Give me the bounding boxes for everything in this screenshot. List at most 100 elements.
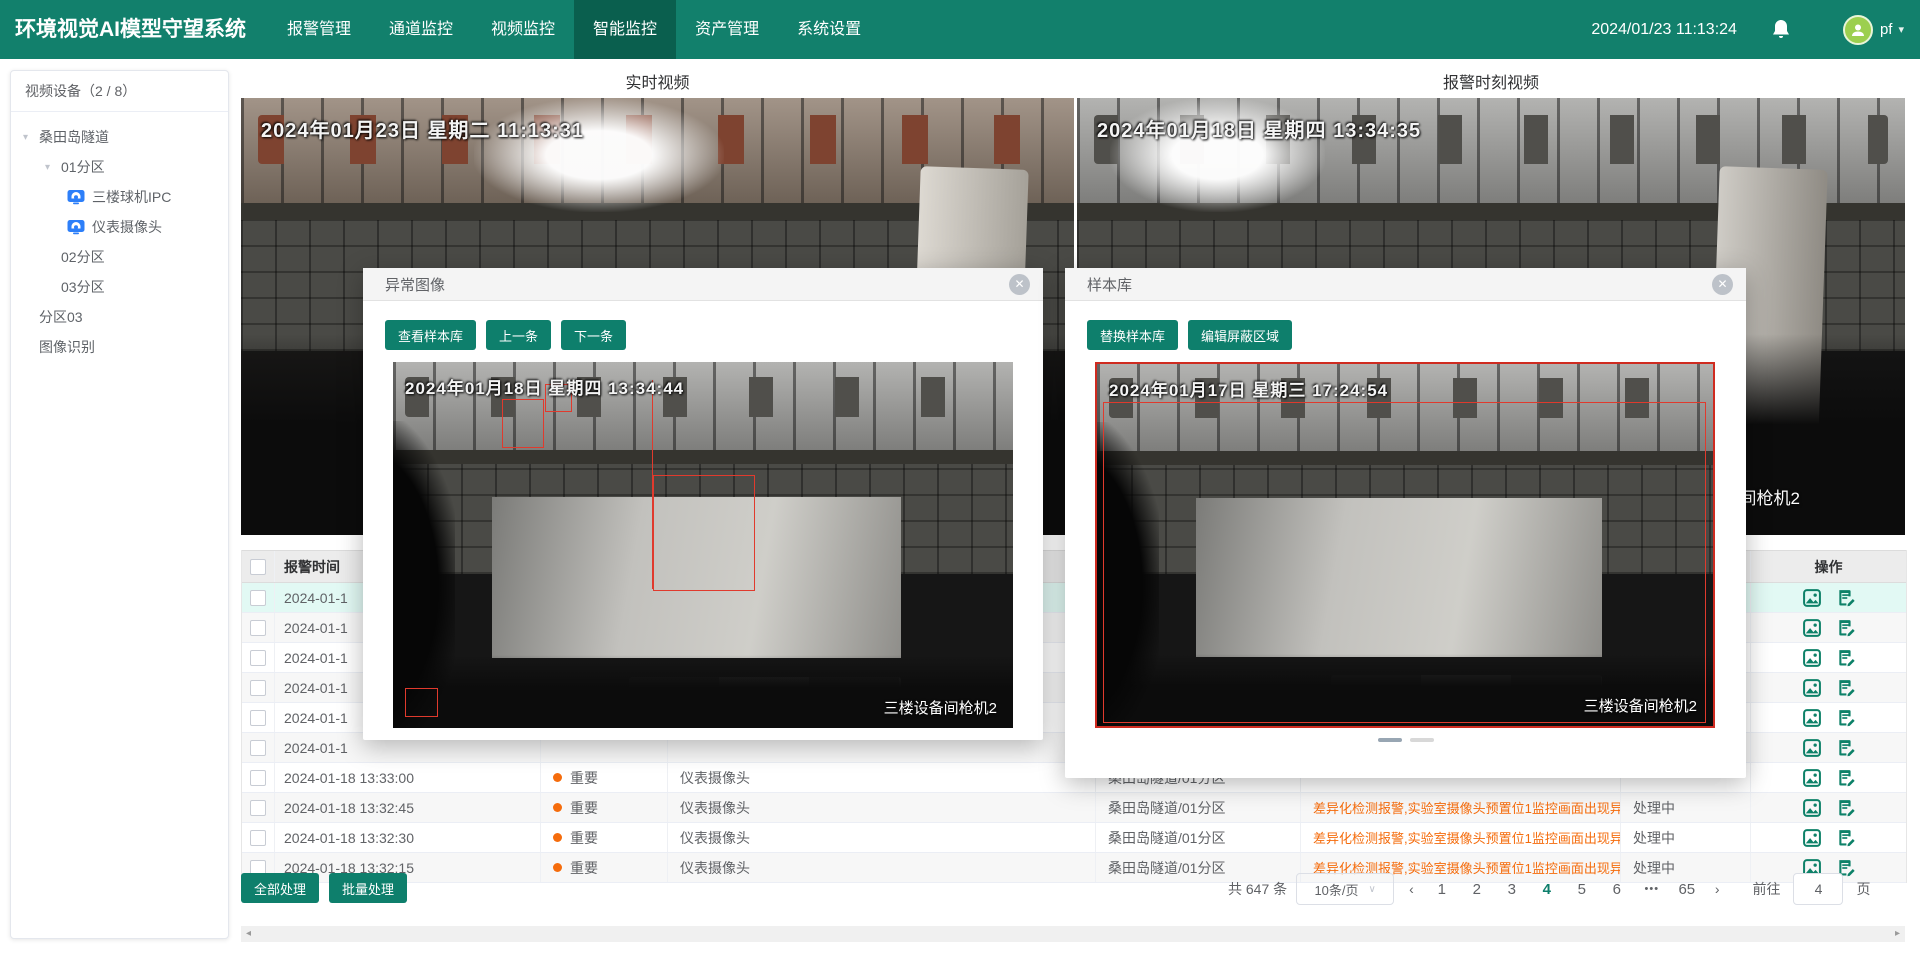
severity-label: 重要 [570,858,598,878]
row-checkbox[interactable] [250,770,266,786]
process-all-button[interactable]: 全部处理 [241,873,319,903]
page-number-3[interactable]: 3 [1499,881,1525,898]
page-number-5[interactable]: 5 [1569,881,1595,898]
device-tree: ▾ 桑田岛隧道 ▾ 01分区 三楼球机IPC 仪表摄像头 02分区 [11,112,228,362]
cell-description: 差异化检测报警,实验室摄像头预置位1监控画面出现异常 [1301,823,1621,852]
row-checkbox[interactable] [250,740,266,756]
view-sample-library-button[interactable]: 查看样本库 [385,320,476,350]
page-number-65[interactable]: 65 [1674,881,1700,898]
chevron-down-icon: ∨ [1369,884,1376,895]
page-ellipsis[interactable]: ••• [1639,883,1665,895]
view-image-icon[interactable] [1802,588,1822,608]
pagination: 共 647 条 10条/页 ∨ ‹ 1 2 3 4 5 6 ••• 65 › 前… [1228,873,1870,905]
goto-page-input[interactable] [1793,873,1843,905]
tree-item-tunnel[interactable]: ▾ 桑田岛隧道 [11,122,228,152]
table-row[interactable]: 2024-01-18 13:32:45 重要 仪表摄像头 桑田岛隧道/01分区 … [242,793,1906,823]
menu-item-alarm-management[interactable]: 报警管理 [268,0,370,59]
view-image-icon[interactable] [1802,738,1822,758]
tree-item-image-recognition[interactable]: 图像识别 [11,332,228,362]
page-number-4-active[interactable]: 4 [1534,881,1560,898]
edit-record-icon[interactable] [1836,588,1856,608]
row-checkbox[interactable] [250,590,266,606]
tree-item-camera-ipc[interactable]: 三楼球机IPC [11,182,228,212]
tree-item-label: 01分区 [61,157,105,177]
page-size-select[interactable]: 10条/页 ∨ [1296,873,1394,905]
view-image-icon[interactable] [1802,618,1822,638]
row-checkbox[interactable] [250,680,266,696]
tree-item-zone01[interactable]: ▾ 01分区 [11,152,228,182]
tree-item-zone02[interactable]: 02分区 [11,242,228,272]
view-image-icon[interactable] [1802,798,1822,818]
close-icon[interactable]: ✕ [1712,274,1733,295]
cell-device: 仪表摄像头 [668,793,1096,822]
carousel-dot[interactable] [1410,738,1434,742]
carousel-dot-active[interactable] [1378,738,1402,742]
edit-record-icon[interactable] [1836,678,1856,698]
previous-record-button[interactable]: 上一条 [486,320,551,350]
menu-item-system-settings[interactable]: 系统设置 [778,0,880,59]
severity-dot [553,803,562,812]
horizontal-scrollbar[interactable]: ◂ ▸ [241,926,1905,942]
menu-item-smart-monitor[interactable]: 智能监控 [574,0,676,59]
row-checkbox[interactable] [250,710,266,726]
batch-actions: 全部处理 批量处理 [241,873,407,903]
replace-sample-button[interactable]: 替换样本库 [1087,320,1178,350]
navbar-right: 2024/01/23 11:13:24 pf ▾ [1591,0,1920,59]
tree-item-label: 分区03 [39,307,83,327]
view-image-icon[interactable] [1802,708,1822,728]
sample-image: 2024年01月17日 星期三 17:24:54 三楼设备间枪机2 [1095,362,1715,728]
tree-item-camera-meter[interactable]: 仪表摄像头 [11,212,228,242]
cell-device: 仪表摄像头 [668,853,1096,882]
cell-alarm-time: 2024-01-18 13:33:00 [274,763,541,792]
edit-record-icon[interactable] [1836,798,1856,818]
edit-record-icon[interactable] [1836,828,1856,848]
tree-item-partition03[interactable]: 分区03 [11,302,228,332]
abnormal-image: 2024年01月18日 星期四 13:34:44 三楼设备间枪机2 [393,362,1013,728]
goto-unit: 页 [1856,879,1870,899]
page-number-1[interactable]: 1 [1429,881,1455,898]
edit-record-icon[interactable] [1836,708,1856,728]
user-avatar[interactable] [1843,15,1873,45]
next-page-button[interactable]: › [1709,881,1726,897]
edit-record-icon[interactable] [1836,648,1856,668]
view-image-icon[interactable] [1802,648,1822,668]
scroll-right-arrow-icon[interactable]: ▸ [1895,926,1900,942]
notification-bell-icon[interactable] [1771,19,1791,41]
prev-page-button[interactable]: ‹ [1403,881,1420,897]
edit-record-icon[interactable] [1836,738,1856,758]
select-all-checkbox[interactable] [250,559,266,575]
edit-record-icon[interactable] [1836,768,1856,788]
user-menu-caret-icon[interactable]: ▾ [1898,23,1904,36]
cell-select [242,733,275,762]
menu-item-asset-management[interactable]: 资产管理 [676,0,778,59]
edit-mask-area-button[interactable]: 编辑屏蔽区域 [1188,320,1292,350]
menu-item-channel-monitor[interactable]: 通道监控 [370,0,472,59]
table-row[interactable]: 2024-01-18 13:32:30 重要 仪表摄像头 桑田岛隧道/01分区 … [242,823,1906,853]
process-batch-button[interactable]: 批量处理 [329,873,407,903]
row-checkbox[interactable] [250,800,266,816]
detection-box [1103,402,1706,723]
edit-record-icon[interactable] [1836,618,1856,638]
view-image-icon[interactable] [1802,768,1822,788]
cell-description: 差异化检测报警,实验室摄像头预置位1监控画面出现异常 [1301,793,1621,822]
severity-dot [553,773,562,782]
view-image-icon[interactable] [1802,828,1822,848]
caret-down-icon[interactable]: ▾ [23,132,39,143]
username-label[interactable]: pf [1880,21,1893,38]
row-checkbox[interactable] [250,620,266,636]
row-checkbox[interactable] [250,650,266,666]
tree-item-zone03[interactable]: 03分区 [11,272,228,302]
menu-item-video-monitor[interactable]: 视频监控 [472,0,574,59]
caret-down-icon[interactable]: ▾ [45,162,61,173]
row-checkbox[interactable] [250,830,266,846]
page-number-2[interactable]: 2 [1464,881,1490,898]
close-icon[interactable]: ✕ [1009,274,1030,295]
severity-label: 重要 [570,828,598,848]
view-image-icon[interactable] [1802,678,1822,698]
scroll-left-arrow-icon[interactable]: ◂ [246,926,251,942]
next-record-button[interactable]: 下一条 [561,320,626,350]
app-title: 环境视觉AI模型守望系统 [15,0,246,59]
page-number-6[interactable]: 6 [1604,881,1630,898]
image-camera-overlay: 三楼设备间枪机2 [884,697,997,718]
cell-location: 桑田岛隧道/01分区 [1096,823,1301,852]
